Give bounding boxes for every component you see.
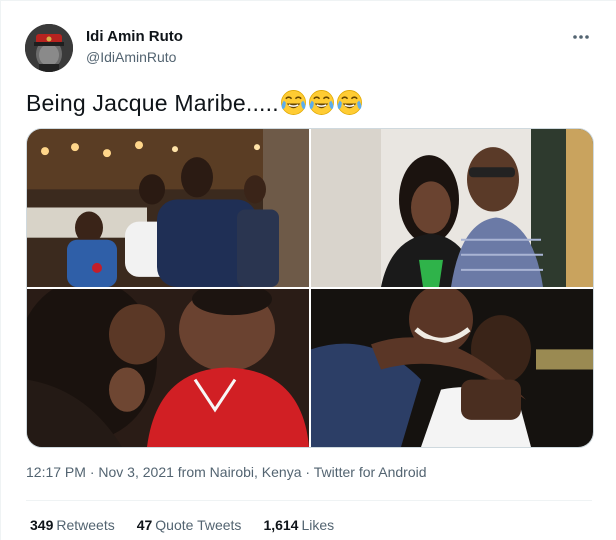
divider	[26, 500, 592, 501]
author-handle[interactable]: @IdiAminRuto	[86, 49, 176, 65]
retweets-label: Retweets	[56, 517, 115, 533]
left-border	[0, 0, 1, 540]
author-display-name[interactable]: Idi Amin Ruto	[86, 28, 183, 45]
photo-1[interactable]	[27, 129, 309, 287]
top-border	[0, 0, 616, 1]
meta-separator: ·	[305, 464, 311, 480]
likes-stat[interactable]: 1,614 Likes	[263, 517, 334, 533]
tweet-client[interactable]: Twitter for Android	[314, 464, 427, 480]
tweet-stats: 349 Retweets 47 Quote Tweets 1,614 Likes	[30, 517, 334, 533]
tweet-metadata: 12:17 PM · Nov 3, 2021 from Nairobi, Ken…	[26, 464, 427, 480]
media-grid	[26, 128, 594, 448]
tweet-text-block: Being Jacque Maribe.....	[26, 88, 363, 123]
likes-label: Likes	[301, 517, 335, 533]
photo-4[interactable]	[311, 289, 593, 447]
more-options-icon[interactable]	[570, 26, 592, 48]
photo-2[interactable]	[311, 129, 593, 287]
tears-of-joy-emoji-icon	[280, 89, 307, 123]
tweet-date-location[interactable]: Nov 3, 2021 from Nairobi, Kenya	[98, 464, 301, 480]
quote-tweets-count: 47	[136, 517, 153, 533]
meta-separator: ·	[89, 464, 95, 480]
tweet-text: Being Jacque Maribe.....	[26, 90, 279, 116]
quote-tweets-stat[interactable]: 47 Quote Tweets	[137, 517, 242, 533]
retweets-count: 349	[30, 517, 54, 533]
likes-count: 1,614	[263, 517, 299, 533]
avatar[interactable]	[25, 24, 73, 72]
tears-of-joy-emoji-icon	[336, 89, 363, 123]
tears-of-joy-emoji-icon	[308, 89, 335, 123]
quote-tweets-label: Quote Tweets	[155, 517, 242, 533]
photo-3[interactable]	[27, 289, 309, 447]
retweets-stat[interactable]: 349 Retweets	[30, 517, 115, 533]
tweet-time[interactable]: 12:17 PM	[26, 464, 86, 480]
